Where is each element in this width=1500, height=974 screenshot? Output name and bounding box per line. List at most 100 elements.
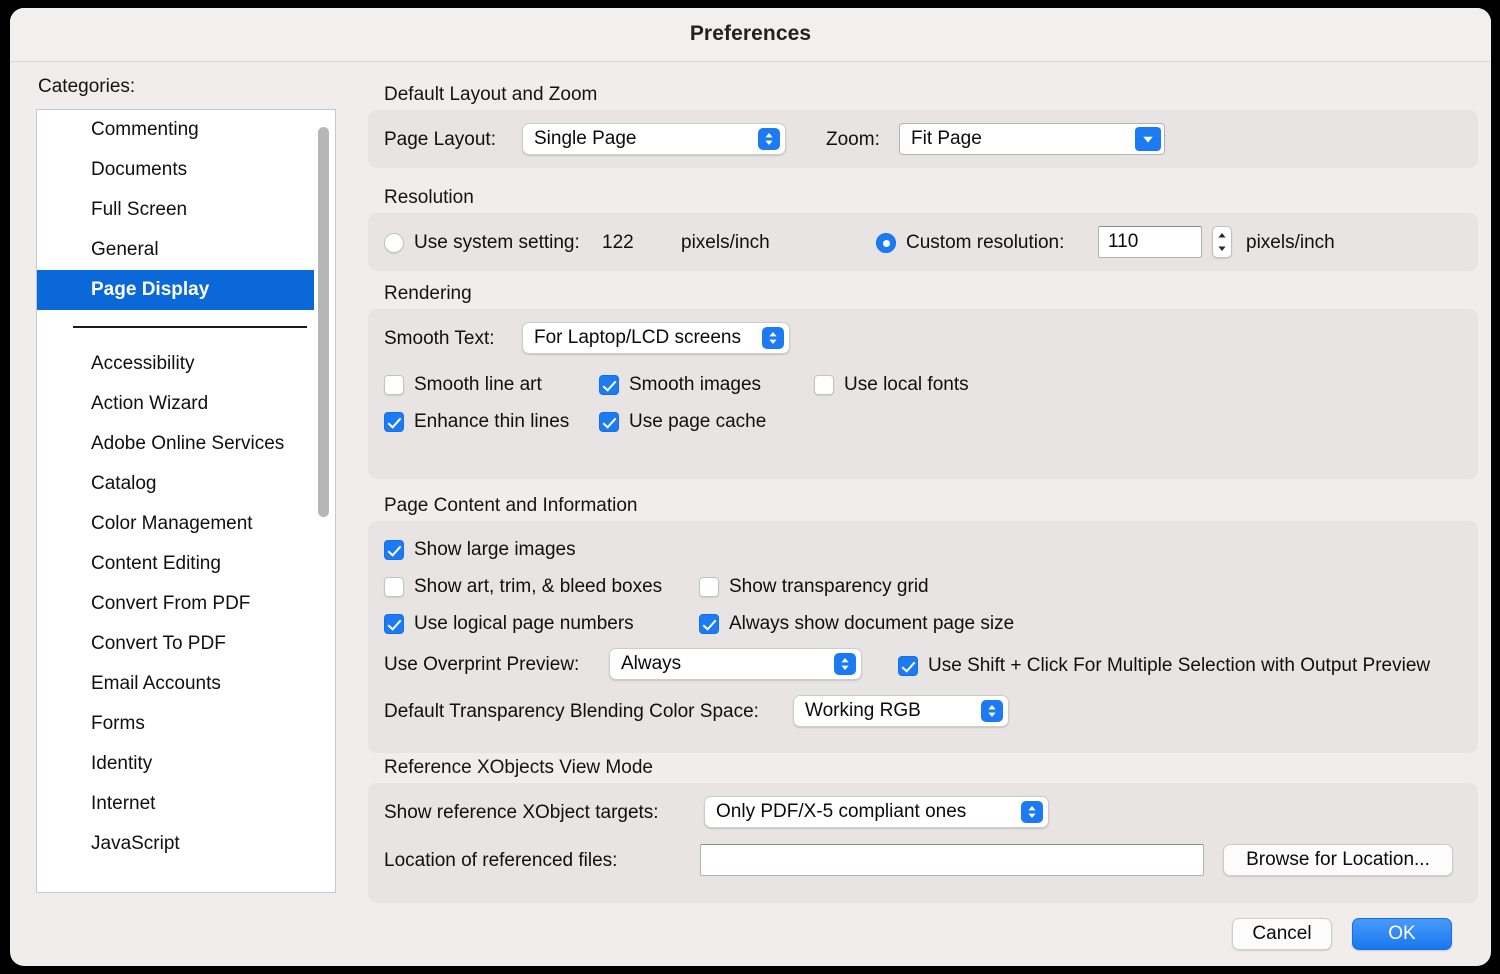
checkbox-indicator — [898, 656, 918, 676]
ok-button[interactable]: OK — [1352, 918, 1452, 950]
sidebar-item-full-screen[interactable]: Full Screen — [37, 190, 315, 230]
checkbox-indicator — [699, 614, 719, 634]
radio-indicator — [384, 233, 404, 253]
overprint-preview-popup[interactable]: Always — [609, 648, 862, 680]
sidebar-item-accessibility[interactable]: Accessibility — [37, 344, 315, 384]
sidebar-item-convert-to-pdf[interactable]: Convert To PDF — [37, 624, 315, 664]
custom-resolution-units: pixels/inch — [1246, 232, 1335, 254]
checkbox-label: Use Shift + Click For Multiple Selection… — [928, 655, 1430, 677]
blending-color-space-value: Working RGB — [805, 696, 921, 726]
window-titlebar: Preferences — [10, 8, 1491, 62]
checkbox-label: Use local fonts — [844, 374, 969, 396]
cancel-button[interactable]: Cancel — [1232, 918, 1332, 950]
sidebar-item-forms[interactable]: Forms — [37, 704, 315, 744]
page-layout-popup[interactable]: Single Page — [522, 123, 786, 155]
radio-use-system-setting[interactable]: Use system setting: — [384, 232, 580, 254]
show-reference-xobject-targets-value: Only PDF/X-5 compliant ones — [716, 797, 966, 827]
preferences-window: Preferences Categories: CommentingDocume… — [10, 8, 1491, 966]
categories-listbox[interactable]: CommentingDocumentsFull ScreenGeneralPag… — [36, 109, 336, 893]
system-resolution-value: 122 — [602, 232, 634, 254]
chevron-up-down-icon — [762, 327, 784, 349]
chevron-up-down-icon — [834, 653, 856, 675]
checkbox-show-transparency-grid[interactable]: Show transparency grid — [699, 576, 929, 598]
checkbox-label: Show art, trim, & bleed boxes — [414, 576, 662, 598]
sidebar-item-content-editing[interactable]: Content Editing — [37, 544, 315, 584]
location-of-referenced-files-input[interactable] — [700, 844, 1204, 876]
chevron-up-down-icon — [981, 700, 1003, 722]
checkbox-label: Show transparency grid — [729, 576, 929, 598]
chevron-up-down-icon — [758, 128, 780, 150]
checkbox-use-local-fonts[interactable]: Use local fonts — [814, 374, 969, 396]
section-title-reference-xobjects-view-mode: Reference XObjects View Mode — [384, 757, 653, 779]
overprint-preview-label: Use Overprint Preview: — [384, 654, 579, 676]
location-of-referenced-files-label: Location of referenced files: — [384, 850, 617, 872]
checkbox-show-large-images[interactable]: Show large images — [384, 539, 576, 561]
checkbox-label: Use logical page numbers — [414, 613, 634, 635]
page-layout-label: Page Layout: — [384, 129, 496, 151]
custom-resolution-input[interactable]: 110 — [1098, 226, 1202, 258]
page-layout-value: Single Page — [534, 124, 636, 154]
section-title-rendering: Rendering — [384, 283, 472, 305]
sidebar-item-internet[interactable]: Internet — [37, 784, 315, 824]
section-title-page-content-and-information: Page Content and Information — [384, 495, 638, 517]
checkbox-indicator — [599, 412, 619, 432]
sidebar-item-adobe-online-services[interactable]: Adobe Online Services — [37, 424, 315, 464]
browse-for-location-button[interactable]: Browse for Location... — [1223, 844, 1453, 876]
radio-indicator — [876, 233, 896, 253]
checkbox-label: Smooth images — [629, 374, 761, 396]
section-title-resolution: Resolution — [384, 187, 474, 209]
divider — [73, 326, 307, 328]
checkbox-indicator — [384, 614, 404, 634]
sidebar-item-convert-from-pdf[interactable]: Convert From PDF — [37, 584, 315, 624]
sidebar-item-javascript[interactable]: JavaScript — [37, 824, 315, 864]
sidebar-item-catalog[interactable]: Catalog — [37, 464, 315, 504]
section-title-default-layout-and-zoom: Default Layout and Zoom — [384, 84, 597, 106]
checkbox-always-show-document-page-size[interactable]: Always show document page size — [699, 613, 1014, 635]
radio-custom-resolution[interactable]: Custom resolution: — [876, 232, 1064, 254]
checkbox-label: Always show document page size — [729, 613, 1014, 635]
radio-label: Custom resolution: — [906, 232, 1064, 254]
sidebar-item-general[interactable]: General — [37, 230, 315, 270]
checkbox-indicator — [384, 375, 404, 395]
custom-resolution-value: 110 — [1108, 227, 1138, 257]
sidebar-item-identity[interactable]: Identity — [37, 744, 315, 784]
categories-separator — [37, 310, 315, 344]
categories-scrollbar-thumb[interactable] — [318, 127, 329, 517]
checkbox-use-page-cache[interactable]: Use page cache — [599, 411, 766, 433]
checkbox-indicator — [599, 375, 619, 395]
checkbox-smooth-line-art[interactable]: Smooth line art — [384, 374, 542, 396]
settings-pane: Default Layout and Zoom Page Layout: Sin… — [356, 62, 1491, 966]
checkbox-label: Use page cache — [629, 411, 766, 433]
sidebar-item-color-management[interactable]: Color Management — [37, 504, 315, 544]
categories-scrollbar[interactable] — [314, 111, 334, 891]
custom-resolution-stepper[interactable] — [1212, 226, 1232, 258]
overprint-preview-value: Always — [621, 649, 681, 679]
sidebar-item-documents[interactable]: Documents — [37, 150, 315, 190]
checkbox-indicator — [384, 540, 404, 560]
smooth-text-label: Smooth Text: — [384, 328, 495, 350]
sidebar-item-email-accounts[interactable]: Email Accounts — [37, 664, 315, 704]
zoom-value: Fit Page — [911, 124, 982, 154]
system-resolution-units: pixels/inch — [681, 232, 770, 254]
checkbox-use-logical-page-numbers[interactable]: Use logical page numbers — [384, 613, 634, 635]
smooth-text-popup[interactable]: For Laptop/LCD screens — [522, 322, 790, 354]
checkbox-show-art-trim-bleed-boxes[interactable]: Show art, trim, & bleed boxes — [384, 576, 662, 598]
chevron-down-icon[interactable] — [1135, 127, 1161, 151]
radio-label: Use system setting: — [414, 232, 580, 254]
blending-color-space-label: Default Transparency Blending Color Spac… — [384, 701, 759, 723]
checkbox-use-shift-click-multiple-selection[interactable]: Use Shift + Click For Multiple Selection… — [898, 655, 1430, 677]
checkbox-label: Smooth line art — [414, 374, 542, 396]
sidebar-item-page-display[interactable]: Page Display — [37, 270, 315, 310]
checkbox-label: Show large images — [414, 539, 576, 561]
sidebar-item-action-wizard[interactable]: Action Wizard — [37, 384, 315, 424]
sidebar-item-commenting[interactable]: Commenting — [37, 110, 315, 150]
chevron-up-down-icon — [1021, 801, 1043, 823]
checkbox-smooth-images[interactable]: Smooth images — [599, 374, 761, 396]
blending-color-space-popup[interactable]: Working RGB — [793, 695, 1009, 727]
checkbox-indicator — [384, 577, 404, 597]
checkbox-enhance-thin-lines[interactable]: Enhance thin lines — [384, 411, 569, 433]
zoom-label: Zoom: — [826, 129, 880, 151]
smooth-text-value: For Laptop/LCD screens — [534, 323, 741, 353]
show-reference-xobject-targets-popup[interactable]: Only PDF/X-5 compliant ones — [704, 796, 1049, 828]
zoom-combobox[interactable]: Fit Page — [899, 123, 1165, 155]
